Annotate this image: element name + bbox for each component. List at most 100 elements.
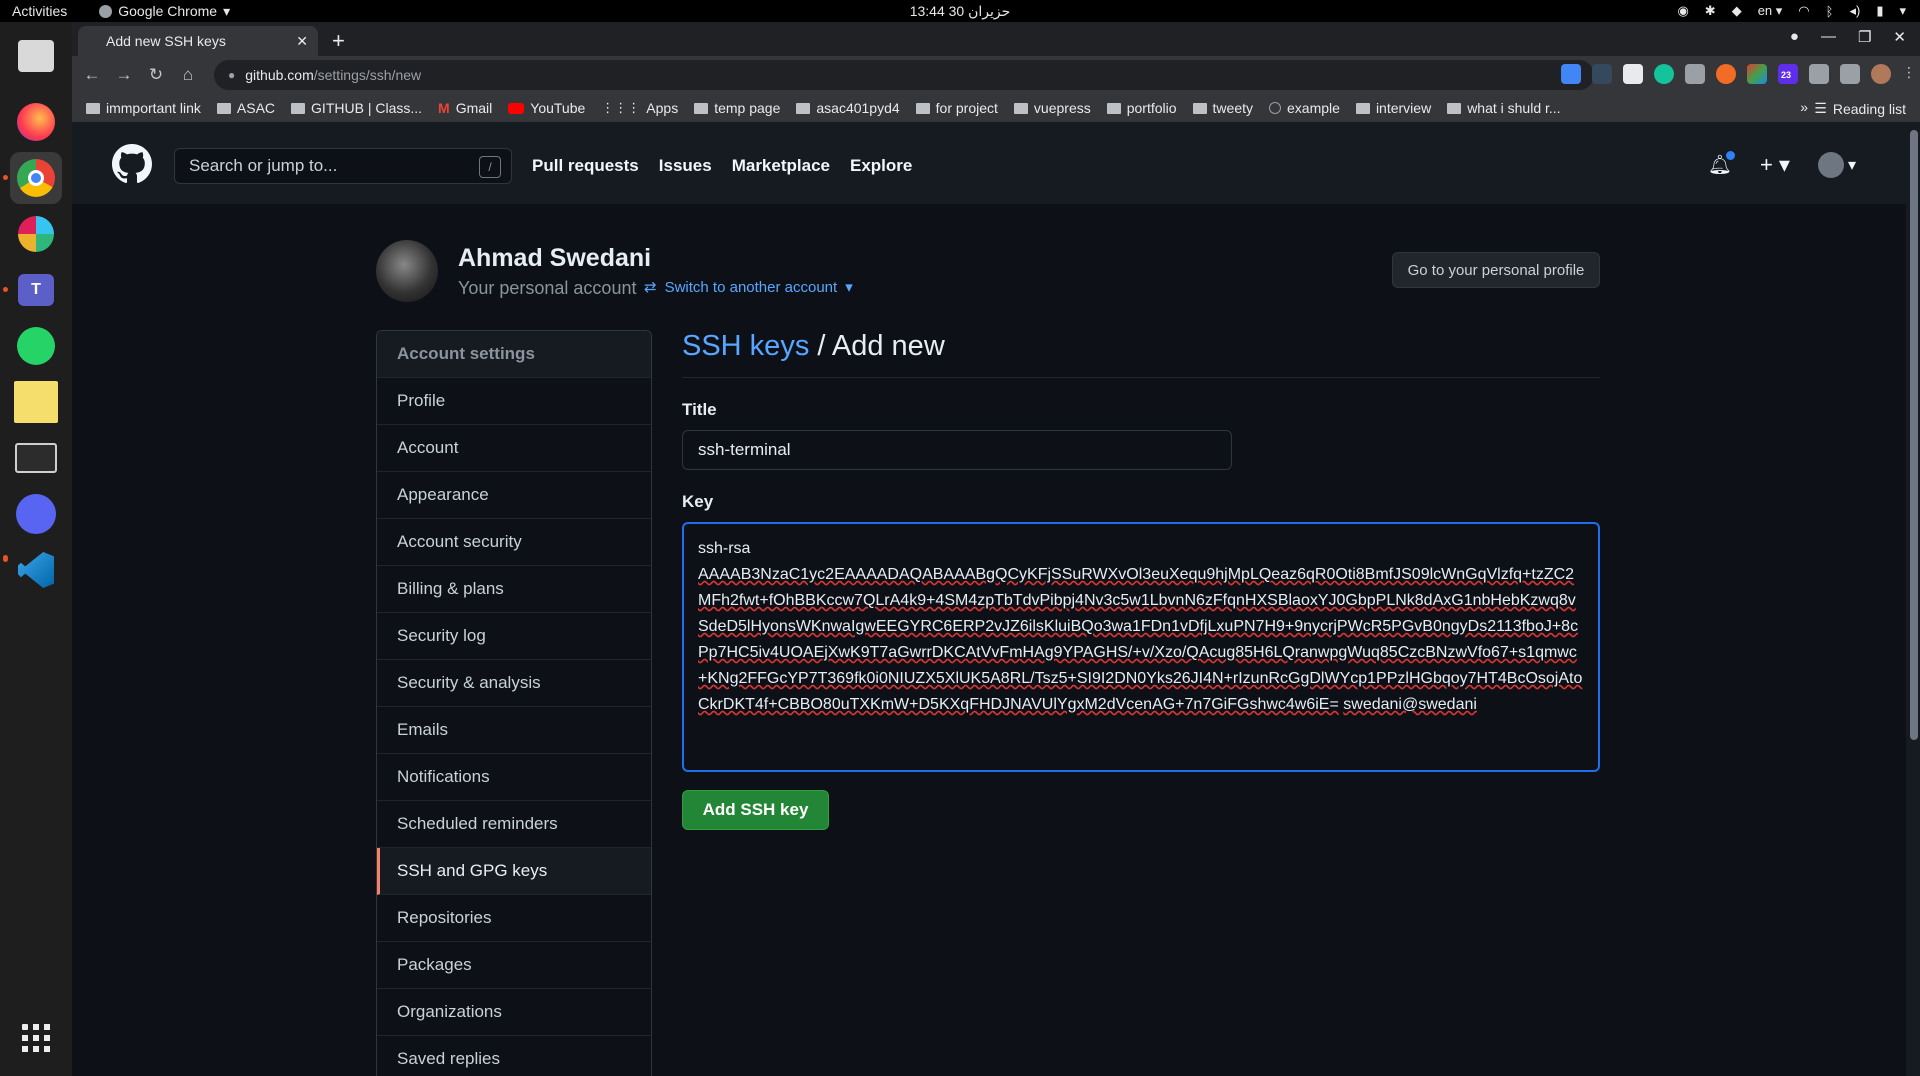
go-to-profile-button[interactable]: Go to your personal profile bbox=[1392, 252, 1600, 288]
home-icon[interactable]: ⌂ bbox=[172, 65, 204, 85]
bookmark-item[interactable]: ⋮⋮⋮ Apps bbox=[601, 100, 678, 116]
bookmark-item[interactable]: ASAC bbox=[216, 100, 275, 116]
discord-tray-icon[interactable]: ◉ bbox=[1677, 3, 1688, 19]
bookmark-item[interactable]: tweety bbox=[1192, 100, 1253, 116]
close-window-icon[interactable]: ✕ bbox=[1893, 28, 1906, 46]
github-logo-icon[interactable] bbox=[112, 144, 152, 184]
back-icon[interactable]: ← bbox=[76, 65, 108, 85]
tab-search-icon[interactable]: ● bbox=[1790, 28, 1799, 46]
reading-queue-icon[interactable] bbox=[1840, 64, 1860, 84]
discord-icon[interactable] bbox=[10, 488, 62, 540]
tab-add-new-ssh-keys[interactable]: Add new SSH keys ✕ bbox=[78, 26, 318, 56]
chrome-menu-icon[interactable]: ⋮ bbox=[1902, 64, 1916, 84]
slack-icon[interactable] bbox=[10, 208, 62, 260]
bookmark-item[interactable]: vuepress bbox=[1013, 100, 1091, 116]
bluetooth-icon[interactable]: ᛒ bbox=[1826, 4, 1834, 19]
chrome-profile-avatar[interactable] bbox=[1871, 64, 1891, 84]
user-menu-button[interactable]: ▾ bbox=[1817, 152, 1856, 178]
menu-item-billing[interactable]: Billing & plans bbox=[377, 566, 651, 613]
menu-item-emails[interactable]: Emails bbox=[377, 707, 651, 754]
switch-account-link[interactable]: ⇄ Switch to another account ▾ bbox=[644, 278, 853, 297]
scrollbar-thumb[interactable] bbox=[1910, 130, 1918, 740]
menu-item-repositories[interactable]: Repositories bbox=[377, 895, 651, 942]
menu-item-appearance[interactable]: Appearance bbox=[377, 472, 651, 519]
bookmark-item[interactable]: asac401pyd4 bbox=[796, 100, 900, 116]
menu-item-account[interactable]: Account bbox=[377, 425, 651, 472]
reading-list-button[interactable]: ☰ Reading list bbox=[1814, 100, 1906, 117]
new-tab-button[interactable]: + bbox=[332, 28, 345, 54]
bookmark-item[interactable]: portfolio bbox=[1106, 100, 1177, 116]
power-menu-icon[interactable]: ▾ bbox=[1899, 3, 1906, 19]
bookmark-item[interactable]: M Gmail bbox=[438, 100, 492, 116]
wifi-icon[interactable]: ◠ bbox=[1798, 3, 1809, 19]
page-scrollbar[interactable] bbox=[1906, 122, 1920, 1076]
title-field[interactable]: ssh-terminal bbox=[682, 430, 1232, 470]
terminal-icon[interactable] bbox=[10, 432, 62, 484]
notes-ext-icon[interactable] bbox=[1623, 64, 1643, 84]
activities-button[interactable]: Activities bbox=[0, 3, 79, 19]
battery-icon[interactable]: ▮ bbox=[1876, 3, 1883, 19]
address-bar[interactable]: ● github.com/settings/ssh/new ☆ bbox=[214, 60, 1594, 90]
sticky-notes-icon[interactable] bbox=[10, 376, 62, 428]
page-title-rest: / Add new bbox=[809, 330, 945, 362]
language-indicator[interactable]: en ▾ bbox=[1758, 3, 1783, 19]
nav-pull-requests[interactable]: Pull requests bbox=[532, 156, 639, 176]
badge-ext-icon[interactable]: 23 bbox=[1778, 64, 1798, 84]
create-new-button[interactable]: + ▾ bbox=[1760, 152, 1790, 178]
menu-item-organizations[interactable]: Organizations bbox=[377, 989, 651, 1036]
vscode-icon[interactable] bbox=[10, 544, 62, 596]
bookmark-item[interactable]: GITHUB | Class... bbox=[291, 100, 422, 116]
bookmark-item[interactable]: for project bbox=[915, 100, 998, 116]
colorful-ext-icon[interactable] bbox=[1747, 64, 1767, 84]
search-input[interactable]: Search or jump to... / bbox=[174, 148, 512, 184]
reload-icon[interactable]: ↻ bbox=[140, 65, 172, 85]
forward-icon[interactable]: → bbox=[108, 65, 140, 85]
minimize-icon[interactable]: — bbox=[1821, 28, 1836, 46]
menu-item-security-log[interactable]: Security log bbox=[377, 613, 651, 660]
bookmarks-overflow-button[interactable]: » bbox=[1800, 99, 1808, 115]
screenshot-ext-icon[interactable] bbox=[1685, 64, 1705, 84]
app-menu[interactable]: Google Chrome ▾ bbox=[99, 3, 230, 20]
menu-item-saved-replies[interactable]: Saved replies bbox=[377, 1036, 651, 1076]
show-apps-icon[interactable] bbox=[10, 1012, 62, 1064]
nav-issues[interactable]: Issues bbox=[659, 156, 712, 176]
close-tab-icon[interactable]: ✕ bbox=[296, 33, 308, 50]
system-tray[interactable]: ◉ ✱ ◆ en ▾ ◠ ᛒ ◂) ▮ ▾ bbox=[1677, 3, 1920, 19]
teams-icon[interactable]: T bbox=[10, 264, 62, 316]
translate-ext-icon[interactable] bbox=[1561, 64, 1581, 84]
whatsapp-icon[interactable] bbox=[10, 320, 62, 372]
bookmark-item[interactable]: example bbox=[1269, 100, 1340, 116]
files-icon[interactable] bbox=[10, 30, 62, 82]
vue-devtools-icon[interactable] bbox=[1592, 64, 1612, 84]
bookmark-item[interactable]: YouTube bbox=[508, 100, 585, 116]
bookmark-item[interactable]: temp page bbox=[694, 100, 780, 116]
menu-item-packages[interactable]: Packages bbox=[377, 942, 651, 989]
teams-tray-icon[interactable]: ◆ bbox=[1732, 3, 1742, 19]
avatar[interactable] bbox=[376, 240, 438, 302]
grammarly-icon[interactable] bbox=[1654, 64, 1674, 84]
bookmark-item[interactable]: immportant link bbox=[86, 100, 201, 116]
nav-marketplace[interactable]: Marketplace bbox=[732, 156, 830, 176]
lock-icon[interactable]: ● bbox=[228, 68, 235, 82]
chrome-dock-icon[interactable] bbox=[10, 152, 62, 204]
menu-item-account-security[interactable]: Account security bbox=[377, 519, 651, 566]
menu-item-notifications[interactable]: Notifications bbox=[377, 754, 651, 801]
key-textarea[interactable]: ssh-rsa AAAAB3NzaC1yc2EAAAADAQABAAABgQCy… bbox=[682, 522, 1600, 772]
honey-ext-icon[interactable] bbox=[1716, 64, 1736, 84]
nav-explore[interactable]: Explore bbox=[850, 156, 912, 176]
menu-item-scheduled-reminders[interactable]: Scheduled reminders bbox=[377, 801, 651, 848]
add-ssh-key-button[interactable]: Add SSH key bbox=[682, 790, 829, 830]
bookmark-item[interactable]: what i shuld r... bbox=[1447, 100, 1561, 116]
restore-icon[interactable]: ❐ bbox=[1858, 28, 1871, 46]
bookmark-item[interactable]: interview bbox=[1355, 100, 1431, 116]
firefox-icon[interactable] bbox=[10, 96, 62, 148]
puzzle-extensions-icon[interactable] bbox=[1809, 64, 1829, 84]
account-name[interactable]: Ahmad Swedani bbox=[458, 244, 651, 273]
volume-icon[interactable]: ◂) bbox=[1849, 3, 1860, 19]
menu-item-profile[interactable]: Profile bbox=[377, 378, 651, 425]
menu-item-ssh-gpg-keys[interactable]: SSH and GPG keys bbox=[377, 848, 651, 895]
menu-item-security-analysis[interactable]: Security & analysis bbox=[377, 660, 651, 707]
ssh-keys-link[interactable]: SSH keys bbox=[682, 330, 809, 362]
notifications-bell-icon[interactable]: 🔔︎ bbox=[1708, 151, 1735, 177]
slack-tray-icon[interactable]: ✱ bbox=[1705, 3, 1716, 19]
